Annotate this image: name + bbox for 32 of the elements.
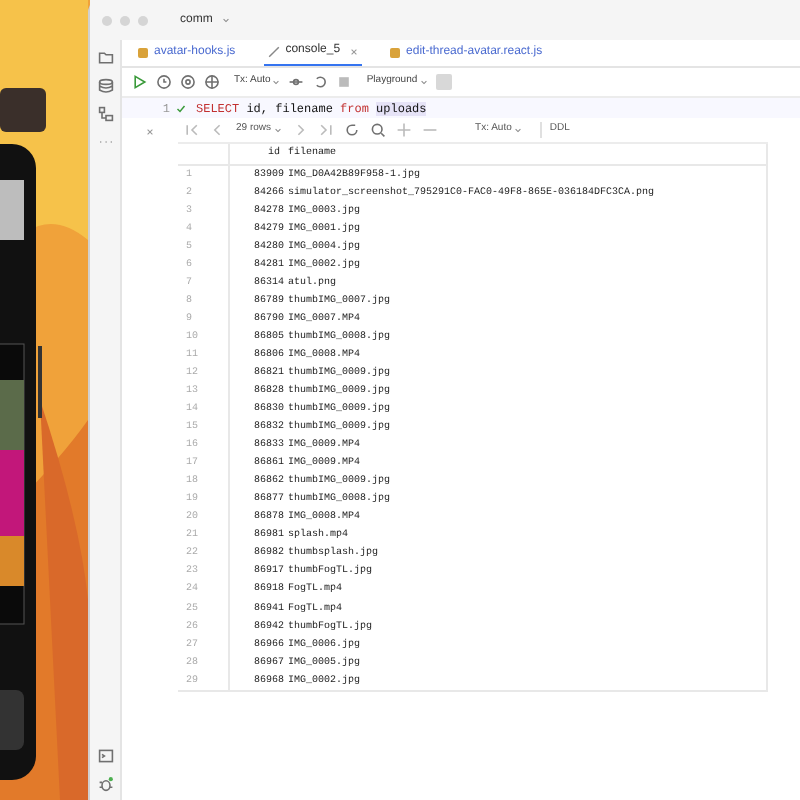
chevron-down-icon — [273, 126, 282, 134]
first-page-icon[interactable] — [184, 122, 200, 138]
console-icon — [267, 45, 280, 57]
history-icon[interactable] — [156, 74, 172, 90]
previous-page-icon[interactable] — [210, 122, 226, 138]
minimize-control[interactable] — [120, 15, 130, 25]
stop-icon[interactable] — [336, 74, 353, 90]
bug-icon[interactable] — [97, 776, 113, 792]
target-icon[interactable] — [204, 74, 220, 90]
settings-icon[interactable] — [180, 74, 196, 90]
close-control[interactable] — [102, 15, 112, 25]
chevron-down-icon — [419, 78, 428, 86]
refresh-icon[interactable] — [343, 122, 360, 138]
check-icon — [175, 103, 185, 113]
commit-icon[interactable] — [288, 74, 305, 90]
js-file-icon — [390, 47, 401, 57]
terminal-icon[interactable] — [97, 748, 113, 764]
close-icon[interactable] — [146, 128, 154, 136]
last-page-icon[interactable] — [317, 122, 334, 138]
folder-icon[interactable] — [97, 50, 113, 66]
grid-toggle[interactable] — [435, 74, 452, 90]
zoom-control[interactable] — [138, 15, 148, 25]
js-file-icon — [138, 47, 148, 57]
database-icon[interactable] — [97, 78, 113, 94]
search-icon[interactable] — [369, 122, 386, 138]
rollback-icon[interactable] — [312, 74, 329, 90]
chevron-down-icon — [222, 16, 231, 24]
plus-icon[interactable] — [395, 122, 412, 138]
chevron-down-icon — [272, 78, 281, 86]
chevron-down-icon — [513, 126, 522, 134]
run-icon[interactable] — [132, 74, 148, 90]
structure-icon[interactable] — [97, 106, 113, 122]
